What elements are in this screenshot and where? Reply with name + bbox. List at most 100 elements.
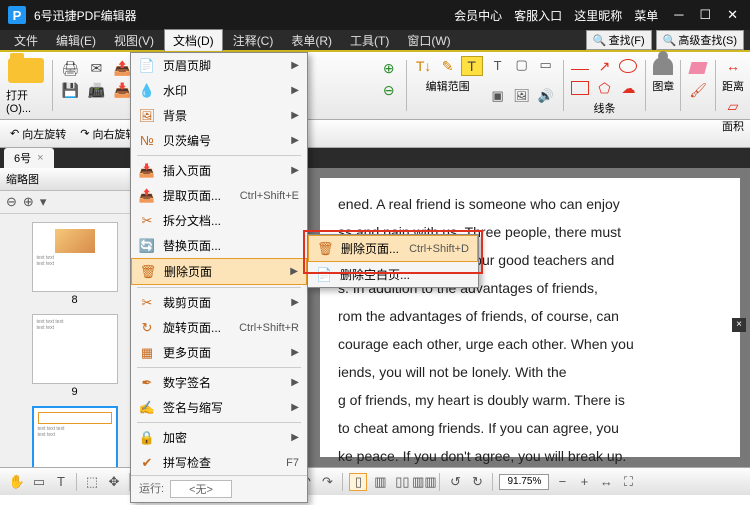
rotate-left-button[interactable]: ↶ 向左旋转: [6, 124, 70, 144]
menu-tools[interactable]: 工具(T): [342, 30, 397, 51]
menu-item-icon: 📥: [139, 163, 155, 179]
menu-item[interactable]: 📥插入页面▶: [131, 158, 307, 183]
menu-item[interactable]: ✒数字签名▶: [131, 370, 307, 395]
distance-icon[interactable]: ↔: [722, 56, 744, 76]
thumb-page[interactable]: text text texttext text9: [32, 314, 118, 398]
menu-item[interactable]: 💧水印▶: [131, 78, 307, 103]
menu-item[interactable]: ✂拆分文档...: [131, 208, 307, 233]
select-tool[interactable]: ▭: [30, 473, 48, 491]
edit-zone-label: 编辑范围: [426, 78, 470, 94]
minimize-button[interactable]: ─: [670, 5, 687, 25]
area-icon[interactable]: ▱: [722, 96, 744, 116]
menu-item[interactable]: ✔拼写检查F7: [131, 450, 307, 475]
menu-form[interactable]: 表单(R): [283, 30, 340, 51]
thumb-zoom-in[interactable]: ⊕: [23, 194, 34, 210]
menu-item[interactable]: 🔒加密▶: [131, 425, 307, 450]
submenu-item-icon: 📄: [316, 267, 332, 283]
menu-file[interactable]: 文件: [6, 30, 46, 51]
menu-edit[interactable]: 编辑(E): [48, 30, 104, 51]
thumb-options[interactable]: ▾: [40, 194, 47, 210]
thumbnail-title: 缩略图: [0, 168, 149, 191]
document-page[interactable]: ened. A real friend is someone who can e…: [320, 178, 740, 457]
text-tool[interactable]: T: [52, 473, 70, 491]
menu-item[interactable]: №贝茨编号▶: [131, 128, 307, 153]
fit-page[interactable]: ⛶: [619, 473, 637, 491]
t3-icon[interactable]: ▭: [535, 56, 557, 74]
menu-link[interactable]: 菜单: [634, 7, 658, 24]
menu-item[interactable]: ▦更多页面▶: [131, 340, 307, 365]
save-icon[interactable]: 💾: [59, 80, 81, 100]
text-edit-icon[interactable]: T↓: [413, 56, 435, 76]
menu-item[interactable]: 🗑删除页面▶: [131, 258, 307, 285]
view-single[interactable]: ▯: [349, 473, 367, 491]
lines-label: 线条: [593, 100, 615, 116]
submenu-item-icon: 🗑: [317, 241, 333, 257]
move-tool[interactable]: ✥: [105, 473, 123, 491]
file-tab[interactable]: 6号 ×: [4, 148, 54, 168]
thumb-page-selected[interactable]: text text texttext text10: [32, 406, 118, 467]
view-facing-cont[interactable]: ▥▥: [415, 473, 433, 491]
stamp-label: 图章: [652, 78, 674, 94]
menu-item-icon: 💧: [139, 83, 155, 99]
hand-tool[interactable]: ✋: [8, 473, 26, 491]
menu-item[interactable]: ↻旋转页面...Ctrl+Shift+R: [131, 315, 307, 340]
submenu-item[interactable]: 📄删除空白页...: [308, 262, 478, 287]
rect-shape[interactable]: [569, 78, 591, 98]
cloud-shape[interactable]: ☁: [617, 78, 639, 98]
poly-shape[interactable]: ⬠: [593, 78, 615, 98]
maximize-button[interactable]: ☐: [695, 5, 715, 25]
fit-width[interactable]: ↔: [597, 473, 615, 491]
zoom-out[interactable]: −: [553, 473, 571, 491]
menu-item[interactable]: ✍签名与缩写▶: [131, 395, 307, 420]
arrow-shape[interactable]: ↗: [593, 56, 615, 76]
menu-item[interactable]: 📄页眉页脚▶: [131, 53, 307, 78]
menu-document[interactable]: 文档(D): [164, 29, 223, 51]
stamp-icon[interactable]: [652, 56, 674, 76]
text-box-icon[interactable]: T: [461, 56, 483, 76]
eraser-icon[interactable]: [687, 58, 709, 78]
brush-icon[interactable]: 🖌: [687, 80, 709, 100]
line-shape[interactable]: [569, 56, 591, 76]
menu-item[interactable]: 📤提取页面...Ctrl+Shift+E: [131, 183, 307, 208]
service-link[interactable]: 客服入口: [514, 7, 562, 24]
open-button[interactable]: 打开(O)...: [6, 56, 46, 115]
menu-item-icon: №: [139, 133, 155, 149]
rotate-ccw[interactable]: ↺: [446, 473, 464, 491]
menu-item[interactable]: 🖼背景▶: [131, 103, 307, 128]
t4-icon[interactable]: ▣: [487, 87, 509, 105]
t5-icon[interactable]: 🖼: [511, 87, 533, 105]
thumb-zoom-out[interactable]: ⊖: [6, 194, 17, 210]
menu-item[interactable]: 🔄替换页面...: [131, 233, 307, 258]
t2-icon[interactable]: ▢: [511, 56, 533, 74]
scan-icon[interactable]: 📠: [85, 80, 107, 100]
zoom-in-icon[interactable]: ⊕: [378, 58, 400, 78]
menu-item-icon: 🗑: [140, 264, 156, 280]
zoom-out-icon[interactable]: ⊖: [378, 80, 400, 100]
marquee-tool[interactable]: ⬚: [83, 473, 101, 491]
advanced-find-button[interactable]: 🔍高级查找(S): [656, 30, 744, 50]
mail-icon[interactable]: ✉: [85, 58, 107, 78]
nickname[interactable]: 这里昵称: [574, 7, 622, 24]
zoom-in[interactable]: +: [575, 473, 593, 491]
view-cont[interactable]: ▥: [371, 473, 389, 491]
find-button[interactable]: 🔍查找(F): [586, 30, 652, 50]
menu-view[interactable]: 视图(V): [106, 30, 162, 51]
thumb-page[interactable]: text texttext text8: [32, 222, 118, 306]
view-facing[interactable]: ▯▯: [393, 473, 411, 491]
submenu-item[interactable]: 🗑删除页面...Ctrl+Shift+D: [308, 235, 478, 262]
nav-fwd[interactable]: ↷: [318, 473, 336, 491]
menu-window[interactable]: 窗口(W): [399, 30, 458, 51]
t6-icon[interactable]: 🔊: [535, 87, 557, 105]
close-button[interactable]: ✕: [723, 5, 742, 25]
pane-close-button[interactable]: ×: [732, 318, 746, 332]
zoom-input[interactable]: [499, 474, 549, 490]
circle-shape[interactable]: [617, 56, 639, 76]
highlight-icon[interactable]: ✎: [437, 56, 459, 76]
menu-comment[interactable]: 注释(C): [225, 30, 282, 51]
close-tab-icon[interactable]: ×: [37, 152, 43, 164]
print-icon[interactable]: 🖨: [59, 58, 81, 78]
t1-icon[interactable]: T: [487, 56, 509, 74]
menu-item[interactable]: ✂裁剪页面▶: [131, 290, 307, 315]
vip-link[interactable]: 会员中心: [454, 7, 502, 24]
rotate-cw[interactable]: ↻: [468, 473, 486, 491]
